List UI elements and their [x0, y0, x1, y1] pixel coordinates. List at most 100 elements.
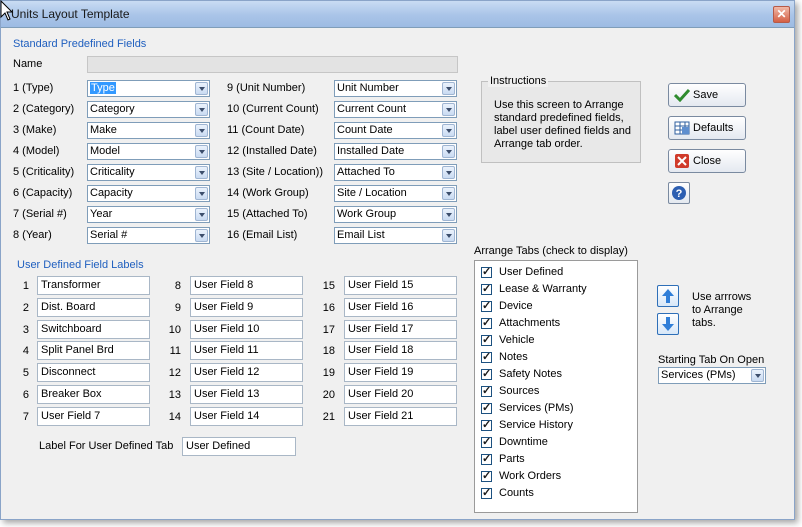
tab-checkbox[interactable]: [481, 333, 492, 346]
user-field-number: 1: [22, 280, 29, 292]
help-button[interactable]: ?: [668, 182, 690, 204]
chevron-down-icon[interactable]: [442, 103, 455, 116]
standard-field-select[interactable]: Count Date: [334, 122, 457, 139]
tab-checkbox[interactable]: [481, 265, 492, 278]
standard-field-select[interactable]: Unit Number: [334, 80, 457, 97]
standard-field-select[interactable]: Type: [87, 80, 210, 97]
tab-checkbox[interactable]: [481, 486, 492, 499]
tab-checkbox[interactable]: [481, 435, 492, 448]
user-field-input[interactable]: User Field 16: [344, 297, 457, 317]
chevron-down-icon[interactable]: [442, 124, 455, 137]
standard-fields-title: Standard Predefined Fields: [13, 38, 147, 50]
save-button[interactable]: Save: [668, 83, 746, 107]
user-field-input[interactable]: User Field 12: [190, 363, 303, 383]
tab-label: Notes: [499, 351, 528, 363]
title-bar[interactable]: Units Layout Template ✕: [1, 1, 794, 28]
standard-field-value: Make: [90, 124, 117, 136]
user-field-input[interactable]: Transformer: [37, 276, 150, 295]
chevron-down-icon[interactable]: [442, 166, 455, 179]
standard-field-select[interactable]: Model: [87, 143, 210, 160]
user-field-input[interactable]: User Field 11: [190, 341, 303, 361]
tab-checkbox[interactable]: [481, 401, 492, 414]
move-up-button[interactable]: [657, 285, 679, 307]
user-field-input[interactable]: Disconnect: [37, 363, 150, 383]
tab-label: Device: [499, 300, 533, 312]
arrow-down-icon: [662, 317, 674, 331]
standard-field-select[interactable]: Current Count: [334, 101, 457, 118]
chevron-down-icon[interactable]: [442, 145, 455, 158]
tab-checkbox[interactable]: [481, 452, 492, 465]
standard-field-select[interactable]: Capacity: [87, 185, 210, 202]
standard-field-select[interactable]: Make: [87, 122, 210, 139]
standard-field-label: 2 (Category): [13, 103, 75, 115]
user-field-input[interactable]: User Field 18: [344, 341, 457, 361]
user-field-input[interactable]: User Field 10: [190, 319, 303, 339]
user-field-input[interactable]: User Field 7: [37, 406, 150, 426]
user-tab-input[interactable]: User Defined: [182, 437, 296, 456]
standard-field-select[interactable]: Serial #: [87, 227, 210, 244]
tab-checkbox[interactable]: [481, 418, 492, 431]
user-field-number: 12: [168, 367, 181, 380]
tab-checkbox[interactable]: [481, 299, 492, 312]
starting-tab-select[interactable]: Services (PMs): [658, 367, 766, 384]
standard-field-select[interactable]: Email List: [334, 227, 457, 244]
standard-field-select[interactable]: Installed Date: [334, 143, 457, 160]
chevron-down-icon[interactable]: [195, 187, 208, 200]
standard-field-value: Model: [90, 145, 120, 157]
tab-label: Downtime: [499, 436, 548, 448]
chevron-down-icon[interactable]: [442, 187, 455, 200]
user-field-input[interactable]: User Field 13: [190, 385, 303, 404]
defaults-button[interactable]: Defaults: [668, 116, 746, 140]
chevron-down-icon[interactable]: [751, 369, 764, 382]
standard-field-value: Attached To: [337, 166, 395, 178]
user-field-input[interactable]: Dist. Board: [37, 297, 150, 317]
standard-field-select[interactable]: Criticality: [87, 164, 210, 181]
close-button[interactable]: Close: [668, 149, 746, 173]
chevron-down-icon[interactable]: [195, 124, 208, 137]
chevron-down-icon[interactable]: [442, 208, 455, 221]
tab-checkbox[interactable]: [481, 316, 492, 329]
standard-field-select[interactable]: Site / Location: [334, 185, 457, 202]
chevron-down-icon[interactable]: [442, 229, 455, 242]
user-field-input[interactable]: User Field 14: [190, 406, 303, 426]
user-field-input[interactable]: Breaker Box: [37, 385, 150, 404]
standard-field-select[interactable]: Attached To: [334, 164, 457, 181]
chevron-down-icon[interactable]: [195, 82, 208, 95]
user-field-input[interactable]: User Field 19: [344, 363, 457, 383]
chevron-down-icon[interactable]: [195, 166, 208, 179]
user-field-value: User Field 17: [348, 322, 414, 335]
user-field-value: User Field 10: [194, 322, 260, 335]
chevron-down-icon[interactable]: [195, 208, 208, 221]
standard-field-select[interactable]: Year: [87, 206, 210, 223]
user-field-input[interactable]: User Field 9: [190, 297, 303, 317]
user-field-number: 20: [322, 389, 335, 401]
arrange-tabs-list[interactable]: User Defined Lease & Warranty Device Attach…: [474, 260, 638, 513]
chevron-down-icon[interactable]: [195, 229, 208, 242]
standard-field-value: Serial #: [90, 229, 128, 241]
user-field-input[interactable]: User Field 17: [344, 319, 457, 339]
move-down-button[interactable]: [657, 313, 679, 335]
chevron-down-icon[interactable]: [442, 82, 455, 95]
chevron-down-icon[interactable]: [195, 103, 208, 116]
chevron-down-icon[interactable]: [195, 145, 208, 158]
user-field-input[interactable]: User Field 21: [344, 406, 457, 426]
tab-checkbox[interactable]: [481, 469, 492, 482]
user-field-value: User Field 11: [194, 344, 259, 357]
tab-checkbox[interactable]: [481, 367, 492, 380]
user-field-input[interactable]: Switchboard: [37, 319, 150, 339]
standard-field-value: Installed Date: [337, 145, 405, 157]
standard-field-select[interactable]: Category: [87, 101, 210, 118]
user-field-input[interactable]: User Field 20: [344, 385, 457, 404]
name-input[interactable]: [87, 56, 458, 73]
user-field-value: User Field 14: [194, 409, 260, 422]
tab-checkbox[interactable]: [481, 384, 492, 397]
arrow-up-icon: [662, 289, 674, 303]
standard-field-select[interactable]: Work Group: [334, 206, 457, 223]
tab-checkbox[interactable]: [481, 350, 492, 363]
close-icon: [675, 154, 689, 168]
user-field-input[interactable]: User Field 15: [344, 276, 457, 295]
window-close-icon[interactable]: ✕: [773, 6, 790, 23]
user-field-input[interactable]: Split Panel Brd: [37, 341, 150, 361]
user-field-input[interactable]: User Field 8: [190, 276, 303, 295]
tab-checkbox[interactable]: [481, 282, 492, 295]
